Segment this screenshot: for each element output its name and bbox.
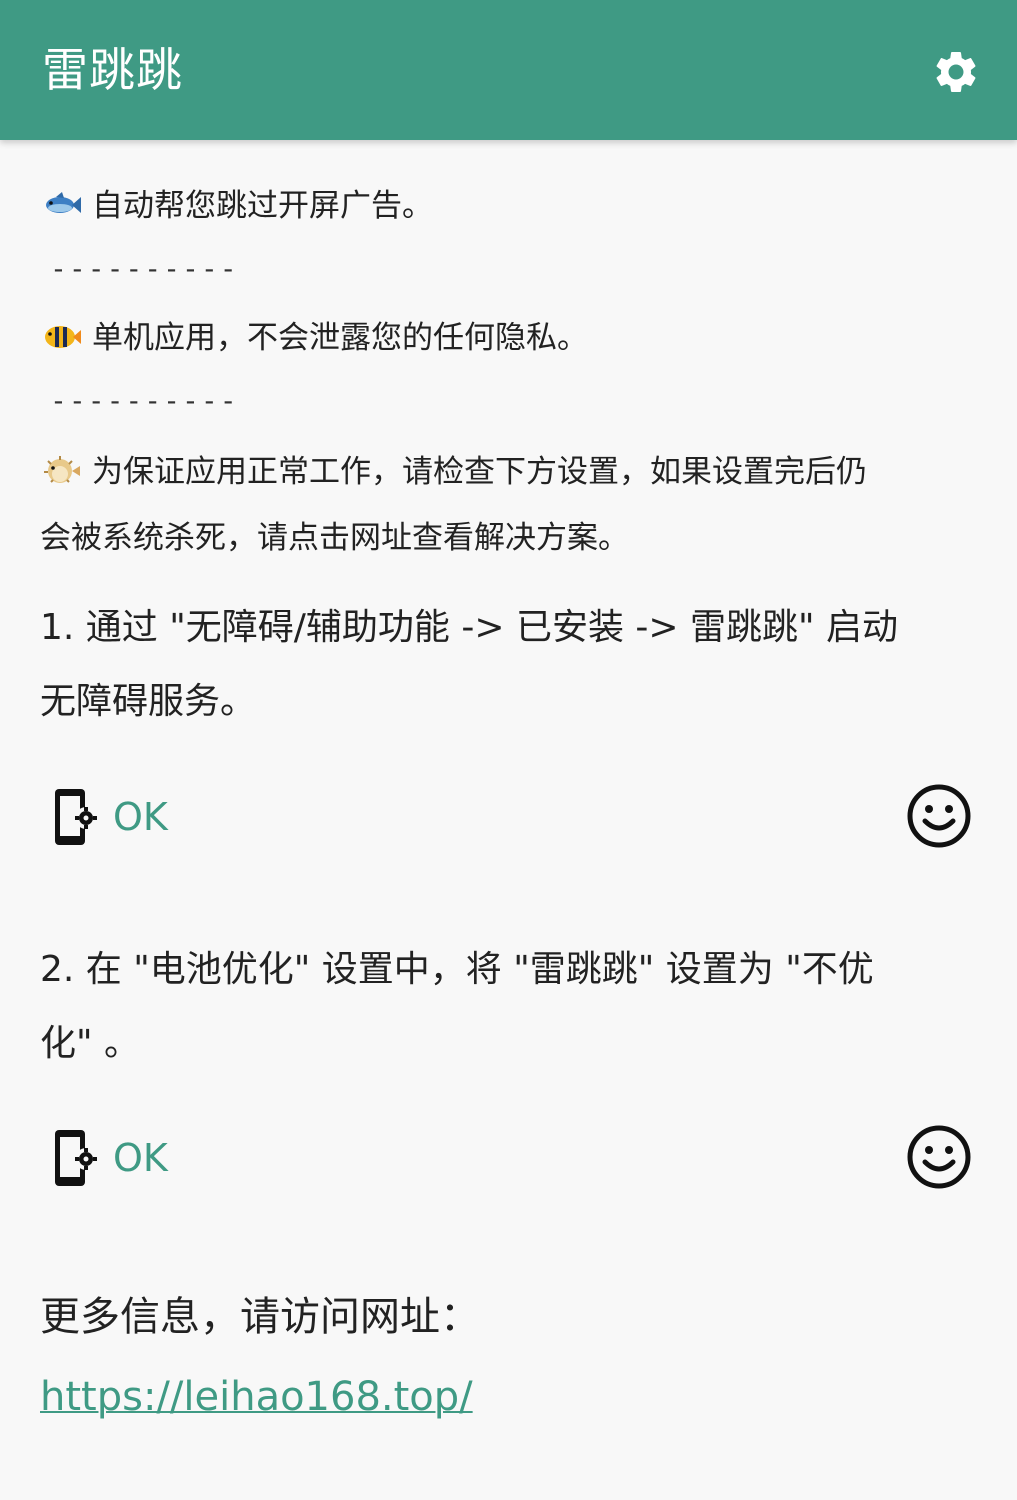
intro-line-2: 单机应用，不会泄露您的任何隐私。: [40, 318, 588, 358]
main-content: 自动帮您跳过开屏广告。 ---------- 单机应用，不会泄露您的任何隐私。 …: [0, 0, 1017, 1500]
fish-icon: [46, 192, 81, 213]
separator: ----------: [50, 252, 239, 285]
intro-line-1: 自动帮您跳过开屏广告。: [40, 186, 433, 226]
intro-text-1: 自动帮您跳过开屏广告。: [92, 188, 433, 224]
step-1-text-b: 无障碍服务。: [40, 681, 257, 722]
step-2-text-b: 化" 。: [40, 1023, 141, 1064]
step-2-status-label[interactable]: OK: [113, 1136, 168, 1180]
intro-text-2: 单机应用，不会泄露您的任何隐私。: [92, 320, 588, 356]
step-1-status-row[interactable]: OK: [40, 783, 980, 853]
step-1-text-a: 1. 通过 "无障碍/辅助功能 -> 已安装 -> 雷跳跳" 启动: [40, 607, 899, 648]
step-2-text-a: 2. 在 "电池优化" 设置中，将 "雷跳跳" 设置为 "不优: [40, 949, 874, 990]
intro-text-3b: 会被系统杀死，请点击网址查看解决方案。: [40, 520, 629, 556]
blowfish-icon: [44, 456, 80, 483]
step-2-status-row[interactable]: OK: [40, 1124, 980, 1194]
website-link[interactable]: https://leihao168.top/: [40, 1372, 473, 1422]
smiley-icon: [907, 1125, 971, 1189]
smiley-icon: [907, 784, 971, 848]
separator: ----------: [50, 384, 239, 417]
phone-settings-icon: [55, 1130, 97, 1186]
intro-text-3a: 为保证应用正常工作，请检查下方设置，如果设置完后仍: [92, 454, 867, 490]
phone-settings-icon: [55, 789, 97, 845]
more-info-text: 更多信息，请访问网址：: [40, 1294, 480, 1340]
step-1-status-label[interactable]: OK: [113, 795, 168, 839]
tropical-fish-icon: [45, 326, 81, 348]
intro-line-3: 为保证应用正常工作，请检查下方设置，如果设置完后仍: [40, 452, 867, 492]
